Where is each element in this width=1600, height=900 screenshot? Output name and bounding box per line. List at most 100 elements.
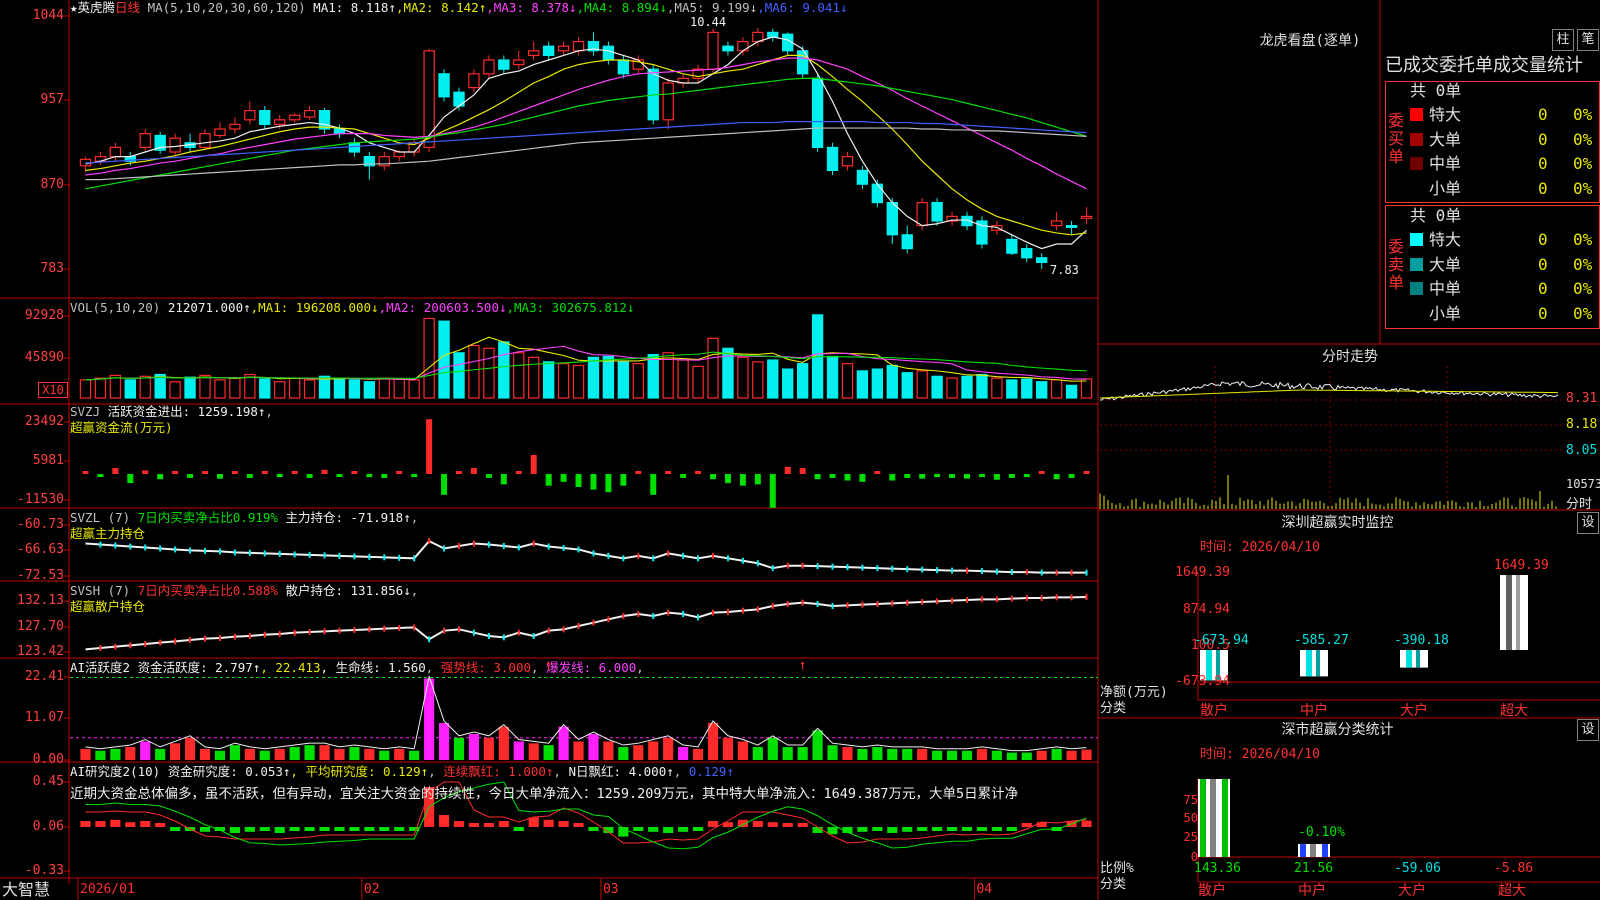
buy-order-swatch-0: [1410, 108, 1423, 121]
svzj-bar-66: [1068, 474, 1075, 478]
svzj-bar-15: [306, 474, 313, 478]
ai-research-header: AI研究度2(10) 资金研究度: 0.053↑, 平均研究度: 0.129↑,…: [70, 764, 734, 780]
ai1-bar-46: [767, 737, 778, 760]
candle-body-16: [318, 109, 331, 130]
monitor-time: 时间: 2026/04/10: [1200, 540, 1320, 555]
svzj-bar-40: [680, 474, 687, 478]
classify-bar-stripe-a-1: [1300, 844, 1306, 857]
classify-bar-stripe-c-1: [1322, 844, 1328, 857]
sell-order-pct-3: 0%: [1573, 303, 1593, 323]
volume-bar-54: [886, 364, 898, 399]
classify-cat-3: 超大: [1498, 883, 1526, 899]
candle-body-14: [288, 114, 301, 121]
hdr-svsh-seg-3: ,: [410, 583, 419, 598]
hdr-kline-seg-0: ★: [70, 0, 78, 15]
bar-mode-button[interactable]: 柱: [1552, 29, 1574, 51]
volume-bar-9: [214, 379, 226, 399]
volume-bar-57: [931, 375, 943, 399]
classify-bar-label-2: -59.06: [1394, 861, 1441, 876]
volume-bar-20: [378, 377, 390, 399]
volume-bar-24: [438, 320, 450, 399]
kline-high-label: 10.44: [690, 15, 727, 29]
classify-settings-button[interactable]: 设: [1577, 719, 1599, 741]
svzj-bar-63: [1023, 474, 1030, 478]
candle-body-53: [871, 183, 884, 204]
svsh-y-tick-0: 132.13: [17, 593, 64, 608]
ai1-bar-0: [80, 748, 91, 760]
candle-body-18: [348, 142, 361, 153]
candle-body-55: [901, 234, 913, 250]
hdr-ai2-seg-4: 连续飘红: 1.000↑: [435, 764, 554, 779]
ai1-bar-36: [618, 747, 629, 760]
classify-bar-label-1: 21.56: [1294, 861, 1334, 876]
candle-body-24: [438, 73, 450, 98]
ai1-bar-60: [976, 748, 988, 760]
svzj-bar-18: [351, 471, 358, 474]
candle-body-66: [1065, 225, 1078, 229]
ai1-bar-28: [498, 726, 509, 760]
ai1-bar-9: [214, 750, 226, 760]
ai1-bar-62: [1006, 752, 1017, 760]
ai2-bar-11: [244, 827, 255, 832]
volume-bar-56: [916, 370, 928, 399]
ai2-bar-5: [155, 823, 166, 827]
hdr-ai2-seg-5: ,: [553, 764, 561, 779]
buy-order-row-3: 小单: [1410, 178, 1598, 200]
svzj-bar-36: [620, 474, 627, 486]
ai2-bar-42: [707, 821, 719, 827]
ai1-bar-27: [483, 737, 494, 760]
ai1-bar-66: [1066, 750, 1077, 760]
candle-body-27: [483, 59, 495, 75]
svzl-y-tick-2: -72.53: [17, 568, 64, 583]
volume-bar-59: [961, 375, 973, 399]
hdr-svzl-seg-3: ,: [410, 510, 419, 525]
svzj-bar-65: [1053, 474, 1060, 480]
monitor-bar-label-3: 1649.39: [1494, 558, 1549, 573]
svzj-bar-57: [934, 474, 941, 478]
monitor-cat-1: 中户: [1300, 703, 1328, 719]
hdr-ai1-seg-1: 资金活跃度: 2.797↑: [130, 660, 261, 675]
ai2-bar-28: [498, 821, 509, 827]
ai2-bar-40: [678, 827, 689, 832]
intraday-y-tick-3: 8.05: [1566, 443, 1598, 458]
buy-order-name-2: 中单: [1429, 154, 1462, 173]
svzj-y-tick-1: 5981: [32, 453, 64, 468]
ai1-bar-24: [438, 722, 450, 760]
svzj-bar-5: [157, 474, 164, 480]
sell-orders-vlabel: 委卖单: [1387, 237, 1404, 292]
volume-bar-44: [737, 356, 749, 399]
hdr-ai2-seg-3: ,: [428, 764, 436, 779]
candle-body-64: [1036, 257, 1048, 263]
candle-body-9: [214, 128, 226, 137]
ai1-y-tick-2: 0.00: [32, 752, 64, 767]
volume-unit-badge[interactable]: X10: [38, 382, 68, 398]
monitor-settings-button[interactable]: 设: [1577, 512, 1599, 534]
candle-body-67: [1080, 215, 1093, 219]
ai2-bar-0: [80, 821, 91, 827]
vol-y-tick-0: 92928: [24, 308, 64, 323]
buy-order-pct-2: 0%: [1573, 154, 1593, 173]
volume-bar-46: [767, 359, 779, 399]
sell-order-swatch-2: [1410, 282, 1423, 295]
ai1-bar-35: [603, 741, 614, 760]
volume-bar-8: [199, 374, 211, 399]
volume-ma-line-2: [85, 345, 1087, 381]
svzj-bar-61: [993, 474, 1000, 480]
ai1-signal-arrow-0: ↑: [544, 658, 553, 673]
hdr-ai1-seg-8: ,: [636, 660, 644, 675]
candle-body-43: [722, 45, 734, 52]
svzj-bar-50: [829, 474, 836, 478]
svzj-bar-62: [1008, 474, 1015, 478]
svsh-header: SVSH (7) 7日内买卖净占比0.588% 散户持仓: 131.856↓,: [70, 583, 418, 599]
classify-cat-2: 大户: [1398, 883, 1426, 899]
ai2-bar-16: [319, 827, 330, 831]
sell-order-row-2: 中单: [1410, 278, 1598, 300]
ai2-bar-32: [558, 821, 569, 827]
svzl-y-tick-1: -66.63: [17, 542, 64, 557]
classify-cat-0: 散户: [1198, 883, 1226, 899]
ai2-bar-8: [199, 827, 211, 832]
ai2-bar-26: [468, 823, 480, 827]
x-axis-label-1: 02: [363, 882, 380, 897]
tick-mode-button[interactable]: 笔: [1577, 29, 1599, 51]
buy-order-value-3: 0: [1538, 178, 1548, 198]
